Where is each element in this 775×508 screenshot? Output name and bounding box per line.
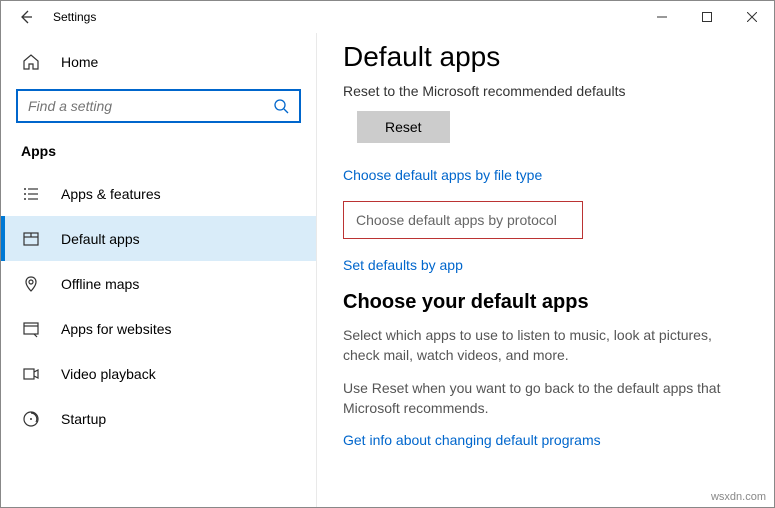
main-panel: Default apps Reset to the Microsoft reco… [316, 33, 774, 507]
nav-apps-features[interactable]: Apps & features [1, 171, 316, 216]
startup-icon [21, 410, 41, 428]
minimize-button[interactable] [639, 1, 684, 33]
search-icon [273, 98, 289, 114]
nav-label: Video playback [61, 366, 156, 382]
reset-description: Reset to the Microsoft recommended defau… [343, 83, 748, 99]
nav-startup[interactable]: Startup [1, 396, 316, 441]
desc-text-2: Use Reset when you want to go back to th… [343, 379, 748, 418]
back-button[interactable] [11, 2, 41, 32]
home-label: Home [61, 54, 98, 70]
map-icon [21, 275, 41, 293]
sub-heading: Choose your default apps [343, 291, 748, 314]
search-field[interactable] [28, 98, 273, 114]
home-icon [21, 53, 41, 71]
maximize-button[interactable] [684, 1, 729, 33]
nav-label: Apps & features [61, 186, 161, 202]
list-icon [21, 185, 41, 203]
nav-default-apps[interactable]: Default apps [1, 216, 316, 261]
websites-icon [21, 320, 41, 338]
link-info[interactable]: Get info about changing default programs [343, 432, 748, 448]
nav-video-playback[interactable]: Video playback [1, 351, 316, 396]
nav-label: Default apps [61, 231, 140, 247]
close-button[interactable] [729, 1, 774, 33]
nav-apps-websites[interactable]: Apps for websites [1, 306, 316, 351]
desc-text-1: Select which apps to use to listen to mu… [343, 326, 748, 365]
home-nav[interactable]: Home [1, 45, 316, 79]
search-input[interactable] [16, 89, 301, 123]
defaults-icon [21, 230, 41, 248]
nav-offline-maps[interactable]: Offline maps [1, 261, 316, 306]
nav-label: Apps for websites [61, 321, 172, 337]
sidebar: Home Apps Apps & features Default apps [1, 33, 316, 507]
category-header: Apps [1, 143, 316, 171]
video-icon [21, 365, 41, 383]
nav-label: Offline maps [61, 276, 139, 292]
window-title: Settings [53, 10, 96, 24]
page-title: Default apps [343, 41, 748, 73]
link-protocol[interactable]: Choose default apps by protocol [343, 201, 583, 239]
watermark: wsxdn.com [711, 491, 766, 503]
nav-label: Startup [61, 411, 106, 427]
link-by-app[interactable]: Set defaults by app [343, 257, 748, 273]
link-file-type[interactable]: Choose default apps by file type [343, 167, 748, 183]
reset-button[interactable]: Reset [357, 111, 450, 143]
